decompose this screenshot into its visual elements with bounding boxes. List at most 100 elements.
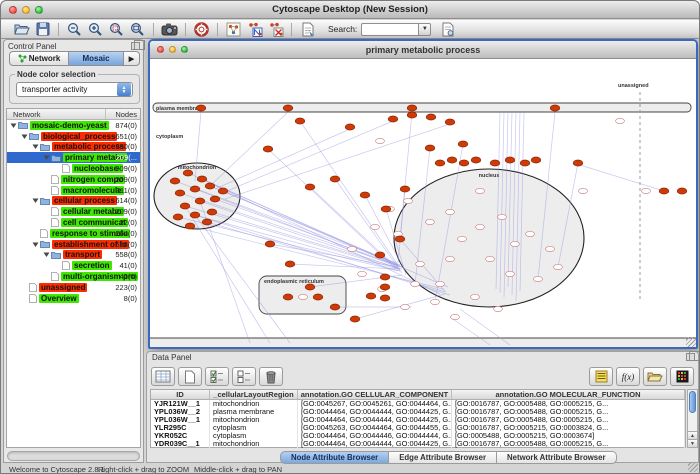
- network-zoom-icon[interactable]: [181, 46, 188, 53]
- table-row[interactable]: YDR039C__1mitochondrion[GO:0044464, GO:0…: [151, 440, 685, 448]
- select-attributes-icon[interactable]: [151, 367, 175, 386]
- tree-item-metabolic-process[interactable]: metabolic process280(0): [7, 142, 140, 153]
- table-cell[interactable]: mitochondrion: [210, 440, 298, 448]
- network-node-selected[interactable]: [381, 206, 391, 212]
- network-node-unselected[interactable]: [534, 276, 543, 281]
- network-node-selected[interactable]: [190, 212, 200, 218]
- search-settings-icon[interactable]: [437, 21, 458, 38]
- network-node-selected[interactable]: [425, 145, 435, 151]
- network-node-selected[interactable]: [459, 160, 469, 166]
- network-node-unselected[interactable]: [376, 138, 385, 143]
- network-node-unselected[interactable]: [416, 261, 425, 266]
- table-cell[interactable]: YKR052C: [151, 432, 210, 440]
- network-node-unselected[interactable]: [546, 246, 555, 251]
- network-node-unselected[interactable]: [506, 271, 515, 276]
- network-node-selected[interactable]: [305, 184, 315, 190]
- network-canvas[interactable]: plasma membranecytoplasmmitochondrionnuc…: [150, 59, 696, 347]
- network-node-selected[interactable]: [265, 241, 275, 247]
- network-overview-icon[interactable]: [223, 21, 244, 38]
- table-cell[interactable]: cytoplasm: [210, 424, 298, 432]
- tree-item-cellular-process[interactable]: cellular process614(0): [7, 196, 140, 207]
- network-node-selected[interactable]: [313, 294, 323, 300]
- network-node-unselected[interactable]: [471, 294, 480, 299]
- tab-mosaic[interactable]: Mosaic: [69, 51, 124, 66]
- network-node-selected[interactable]: [380, 274, 390, 280]
- network-node-selected[interactable]: [573, 160, 583, 166]
- tree-item-biological-process[interactable]: biological_process651(0): [7, 131, 140, 142]
- network-node-selected[interactable]: [395, 236, 405, 242]
- table-row[interactable]: YKR052Ccytoplasm[GO:0044464, GO:0044446,…: [151, 432, 685, 440]
- network-node-selected[interactable]: [175, 190, 185, 196]
- node-color-dropdown[interactable]: transporter activity ▲▼: [16, 82, 133, 97]
- compartment-bottom-strip[interactable]: [150, 338, 696, 347]
- column-header-1[interactable]: _cellularLayoutRegion: [210, 390, 298, 399]
- scroll-down-icon[interactable]: ▼: [688, 439, 697, 447]
- column-header-0[interactable]: ID: [151, 390, 210, 399]
- table-cell[interactable]: [GO:0016787, GO:0005488, GO:0005215, G..…: [452, 440, 685, 448]
- table-cell[interactable]: [GO:0044464, GO:0044444, GO:0044425, G..…: [298, 440, 452, 448]
- tree-item-macromolecule[interactable]: macromolecule311(0): [7, 185, 140, 196]
- create-attribute-icon[interactable]: [178, 367, 202, 386]
- network-node-selected[interactable]: [388, 116, 398, 122]
- minimize-window-icon[interactable]: [22, 6, 30, 14]
- tree-expander-icon[interactable]: [32, 241, 39, 248]
- table-row[interactable]: YJR121W__1mitochondrion[GO:0045267, GO:0…: [151, 400, 685, 408]
- network-node-unselected[interactable]: [371, 224, 380, 229]
- network-node-unselected[interactable]: [494, 306, 503, 311]
- table-cell[interactable]: YJR121W__1: [151, 400, 210, 408]
- tree-item-secretion[interactable]: secretion41(0): [7, 260, 140, 271]
- zoom-out-icon[interactable]: [64, 21, 85, 38]
- destroy-network-view-icon[interactable]: [265, 21, 286, 38]
- network-node-selected[interactable]: [345, 124, 355, 130]
- table-cell[interactable]: [GO:0045267, GO:0045261, GO:0044464, G..…: [298, 400, 452, 408]
- table-cell[interactable]: [GO:0045263, GO:0044464, GO:0044455, G..…: [298, 424, 452, 432]
- table-cell[interactable]: YPL036W__1: [151, 416, 210, 424]
- network-node-selected[interactable]: [210, 196, 220, 202]
- table-cell[interactable]: [GO:0005488, GO:0005215, GO:0003674]: [452, 432, 685, 440]
- column-header-3[interactable]: annotation.GO MOLECULAR_FUNCTION: [452, 390, 685, 399]
- tab-overflow-button[interactable]: ▶: [124, 51, 140, 66]
- network-node-unselected[interactable]: [476, 188, 485, 193]
- tree-item-unassigned[interactable]: unassigned223(0): [7, 282, 140, 293]
- tree-item-nitrogen-compo[interactable]: nitrogen compo209(0): [7, 174, 140, 185]
- import-table-icon[interactable]: [589, 367, 613, 386]
- network-node-selected[interactable]: [471, 157, 481, 163]
- network-node-unselected[interactable]: [458, 236, 467, 241]
- network-minimize-icon[interactable]: [169, 46, 176, 53]
- network-node-selected[interactable]: [195, 198, 205, 204]
- network-node-unselected[interactable]: [476, 224, 485, 229]
- table-cell[interactable]: [GO:0044464, GO:0044444, GO:0044425, G..…: [298, 408, 452, 416]
- network-node-unselected[interactable]: [404, 198, 413, 203]
- tree-expander-icon[interactable]: [21, 133, 28, 140]
- table-row[interactable]: YPL036W__2plasma membrane[GO:0044464, GO…: [151, 408, 685, 416]
- network-node-selected[interactable]: [375, 252, 385, 258]
- network-node-selected[interactable]: [202, 219, 212, 225]
- network-node-selected[interactable]: [205, 183, 215, 189]
- save-icon[interactable]: [32, 21, 53, 38]
- network-node-selected[interactable]: [283, 294, 293, 300]
- network-node-unselected[interactable]: [642, 188, 651, 193]
- help-icon[interactable]: [191, 21, 212, 38]
- network-node-unselected[interactable]: [498, 214, 507, 219]
- network-node-selected[interactable]: [350, 316, 360, 322]
- tree-expander-icon[interactable]: [32, 143, 39, 150]
- network-close-icon[interactable]: [157, 46, 164, 53]
- annotation-icon[interactable]: [297, 21, 318, 38]
- network-node-selected[interactable]: [173, 214, 183, 220]
- network-node-unselected[interactable]: [426, 219, 435, 224]
- table-cell[interactable]: YDR039C__1: [151, 440, 210, 448]
- network-node-unselected[interactable]: [554, 264, 563, 269]
- network-node-selected[interactable]: [380, 295, 390, 301]
- table-cell[interactable]: [GO:0016787, GO:0005488, GO:0005215, G..…: [452, 416, 685, 424]
- search-dropdown-icon[interactable]: ▼: [418, 23, 431, 36]
- tree-expander-icon[interactable]: [43, 251, 50, 258]
- zoom-window-icon[interactable]: [35, 6, 43, 14]
- network-node-selected[interactable]: [360, 192, 370, 198]
- table-cell[interactable]: [GO:0016787, GO:0005488, GO:0005215, G..…: [452, 408, 685, 416]
- network-node-selected[interactable]: [283, 105, 293, 111]
- tree-item-mosaic-demo-yeast[interactable]: mosaic-demo-yeast874(0): [7, 120, 140, 131]
- network-node-selected[interactable]: [170, 178, 180, 184]
- network-node-selected[interactable]: [677, 188, 687, 194]
- compartment-mitochondrion[interactable]: [154, 163, 240, 229]
- create-network-view-icon[interactable]: [244, 21, 265, 38]
